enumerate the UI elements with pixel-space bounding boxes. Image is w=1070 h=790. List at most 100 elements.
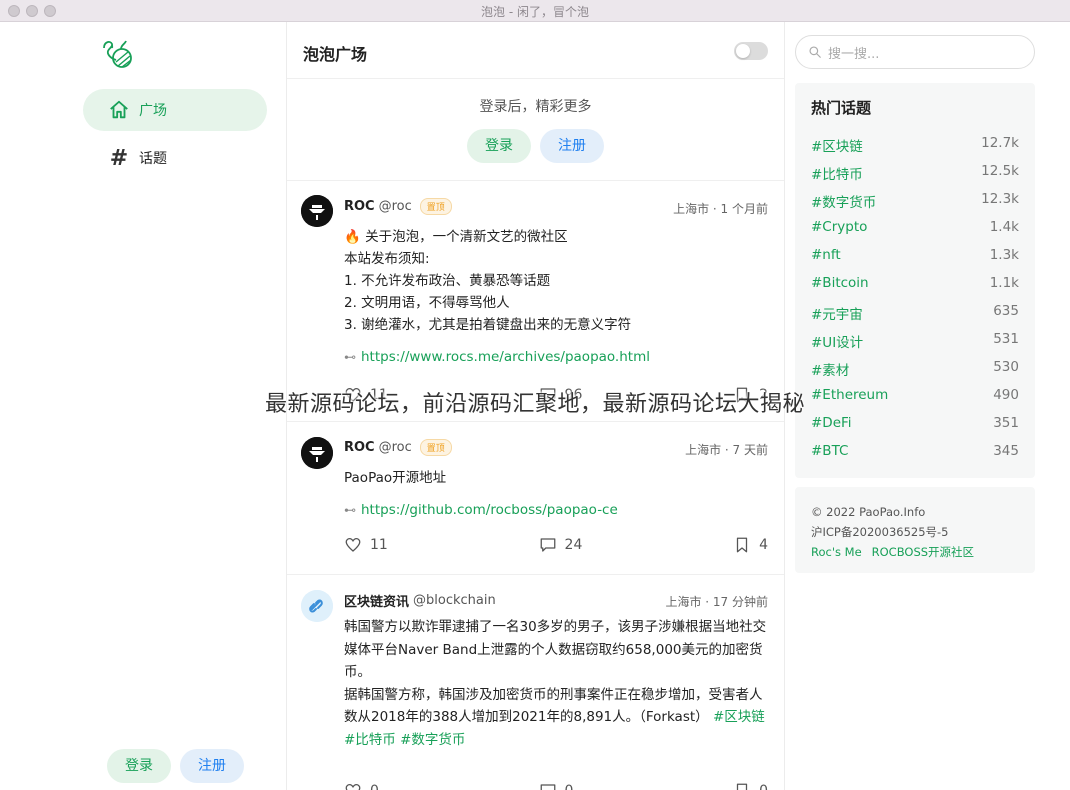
- pinned-badge: 置顶: [419, 439, 452, 456]
- topic-item[interactable]: #DeFi 351: [811, 415, 1019, 431]
- topic-count: 530: [993, 359, 1019, 375]
- login-buttons: 登录 注册: [467, 129, 604, 163]
- author-handle[interactable]: @roc: [379, 199, 412, 214]
- sidebar-auth-buttons: 登录 注册: [107, 749, 244, 783]
- post-content: 🔥 关于泡泡，一个清新文艺的微社区 本站发布须知: 1. 不允许发布政治、黄暴恐…: [344, 226, 772, 336]
- sidebar-item-label: 话题: [139, 151, 167, 167]
- sidebar-login-button[interactable]: 登录: [107, 749, 171, 783]
- copyright-text: © 2022 PaoPao.Info: [811, 505, 926, 519]
- topic-name[interactable]: #Crypto: [811, 219, 867, 235]
- topic-count: 345: [993, 443, 1019, 459]
- topic-name[interactable]: #区块链: [811, 135, 863, 155]
- topic-name[interactable]: #元宇宙: [811, 303, 863, 323]
- post-line: 3. 谢绝灌水，尤其是拍着键盘出来的无意义字符: [344, 317, 632, 333]
- search-input[interactable]: 搜一搜...: [795, 35, 1035, 69]
- register-button[interactable]: 注册: [540, 129, 604, 163]
- author-name[interactable]: ROC: [344, 199, 375, 214]
- window-titlebar: 泡泡 - 闲了，冒个泡: [0, 0, 1070, 22]
- toggle-knob: [736, 44, 750, 58]
- post-link[interactable]: ⊷ https://github.com/rocboss/paopao-ce: [344, 502, 618, 518]
- hot-topics-panel: 热门话题 #区块链 12.7k #比特币 12.5k #数字货币 12.3k #Cry…: [795, 83, 1035, 478]
- like-button[interactable]: 0: [344, 782, 379, 790]
- theme-toggle[interactable]: [734, 42, 768, 60]
- icp-text[interactable]: 沪ICP备2020036525号-5: [811, 522, 1019, 542]
- like-count: 0: [370, 783, 379, 790]
- avatar[interactable]: [301, 590, 333, 622]
- home-icon: [107, 98, 131, 122]
- post-author: 区块链资讯 @blockchain: [344, 591, 496, 610]
- author-name[interactable]: 区块链资讯: [344, 591, 409, 610]
- topic-item[interactable]: #数字货币 12.3k: [811, 191, 1019, 211]
- app-logo[interactable]: [100, 36, 136, 72]
- topic-count: 531: [993, 331, 1019, 347]
- author-handle[interactable]: @roc: [379, 440, 412, 455]
- comment-count: 24: [564, 537, 583, 553]
- like-count: 11: [370, 387, 388, 403]
- post-card[interactable]: 区块链资讯 @blockchain 上海市 · 17 分钟前 韩国警方以欺诈罪逮…: [287, 575, 784, 790]
- topic-name[interactable]: #数字货币: [811, 191, 876, 211]
- left-sidebar: 广场 # 话题 登录 注册: [0, 22, 286, 790]
- like-count: 11: [370, 537, 388, 553]
- post-link[interactable]: ⊷ https://www.rocs.me/archives/paopao.ht…: [344, 349, 650, 365]
- sidebar-item-topics[interactable]: # 话题: [83, 137, 267, 179]
- post-link-url[interactable]: https://github.com/rocboss/paopao-ce: [361, 502, 618, 518]
- author-handle[interactable]: @blockchain: [413, 593, 496, 608]
- collect-button[interactable]: 2: [733, 386, 768, 404]
- heart-icon: [345, 783, 361, 790]
- topic-item[interactable]: #nft 1.3k: [811, 247, 1019, 263]
- topic-item[interactable]: #区块链 12.7k: [811, 135, 1019, 155]
- topic-name[interactable]: #nft: [811, 247, 841, 263]
- post-line: 1. 不允许发布政治、黄暴恐等话题: [344, 273, 551, 289]
- topic-count: 1.4k: [989, 219, 1019, 235]
- post-card[interactable]: ROC @roc 置顶 上海市 · 1 个月前 🔥 关于泡泡，一个清新文艺的微社…: [287, 181, 784, 422]
- window-title: 泡泡 - 闲了，冒个泡: [481, 5, 589, 19]
- topic-item[interactable]: #比特币 12.5k: [811, 163, 1019, 183]
- topic-name[interactable]: #比特币: [811, 163, 863, 183]
- topic-name[interactable]: #BTC: [811, 443, 848, 459]
- comment-count: 0: [565, 783, 574, 790]
- post-author: ROC @roc 置顶: [344, 198, 452, 215]
- topic-name[interactable]: #素材: [811, 359, 849, 379]
- sidebar-item-plaza[interactable]: 广场: [83, 89, 267, 131]
- topic-name[interactable]: #Bitcoin: [811, 275, 869, 291]
- topic-name[interactable]: #Ethereum: [811, 387, 888, 403]
- topic-count: 1.1k: [989, 275, 1019, 291]
- post-card[interactable]: ROC @roc 置顶 上海市 · 7 天前 PaoPao开源地址 ⊷ http…: [287, 422, 784, 575]
- topic-count: 1.3k: [989, 247, 1019, 263]
- post-author: ROC @roc 置顶: [344, 439, 452, 456]
- login-prompt-text: 登录后，精彩更多: [479, 99, 592, 115]
- post-paragraph: 韩国警方以欺诈罪逮捕了一名30多岁的男子，该男子涉嫌根据当地社交媒体平台Nave…: [344, 619, 767, 680]
- topic-item[interactable]: #BTC 345: [811, 443, 1019, 459]
- avatar[interactable]: [301, 195, 333, 227]
- topic-item[interactable]: #Ethereum 490: [811, 387, 1019, 403]
- topic-item[interactable]: #UI设计 531: [811, 331, 1019, 351]
- topic-item[interactable]: #素材 530: [811, 359, 1019, 379]
- right-sidebar: 搜一搜... 热门话题 #区块链 12.7k #比特币 12.5k #数字货币 12.…: [785, 22, 1070, 790]
- post-link-url[interactable]: https://www.rocs.me/archives/paopao.html: [361, 349, 650, 365]
- topic-item[interactable]: #元宇宙 635: [811, 303, 1019, 323]
- comment-button[interactable]: 24: [539, 536, 583, 554]
- avatar[interactable]: [301, 437, 333, 469]
- footer-link-rocboss[interactable]: ROCBOSS开源社区: [872, 545, 974, 559]
- like-button[interactable]: 11: [344, 386, 388, 404]
- topic-name[interactable]: #DeFi: [811, 415, 852, 431]
- like-button[interactable]: 11: [344, 536, 388, 554]
- topic-count: 12.3k: [981, 191, 1019, 207]
- comment-button[interactable]: 96: [539, 386, 583, 404]
- comment-count: 96: [564, 387, 583, 403]
- post-line: 🔥 关于泡泡，一个清新文艺的微社区: [344, 229, 568, 245]
- topic-name[interactable]: #UI设计: [811, 331, 863, 351]
- sidebar-register-button[interactable]: 注册: [180, 749, 244, 783]
- hashtag-icon: #: [109, 145, 129, 171]
- login-button[interactable]: 登录: [467, 129, 531, 163]
- author-name[interactable]: ROC: [344, 440, 375, 455]
- topic-item[interactable]: #Crypto 1.4k: [811, 219, 1019, 235]
- collect-button[interactable]: 4: [733, 536, 768, 554]
- topic-item[interactable]: #Bitcoin 1.1k: [811, 275, 1019, 291]
- comment-button[interactable]: 0: [539, 782, 574, 790]
- pinned-badge: 置顶: [419, 198, 452, 215]
- topic-count: 12.5k: [981, 163, 1019, 179]
- footer-link-rocs-me[interactable]: Roc's Me: [811, 545, 862, 559]
- collect-button[interactable]: 0: [733, 782, 768, 790]
- search-icon: [809, 46, 821, 58]
